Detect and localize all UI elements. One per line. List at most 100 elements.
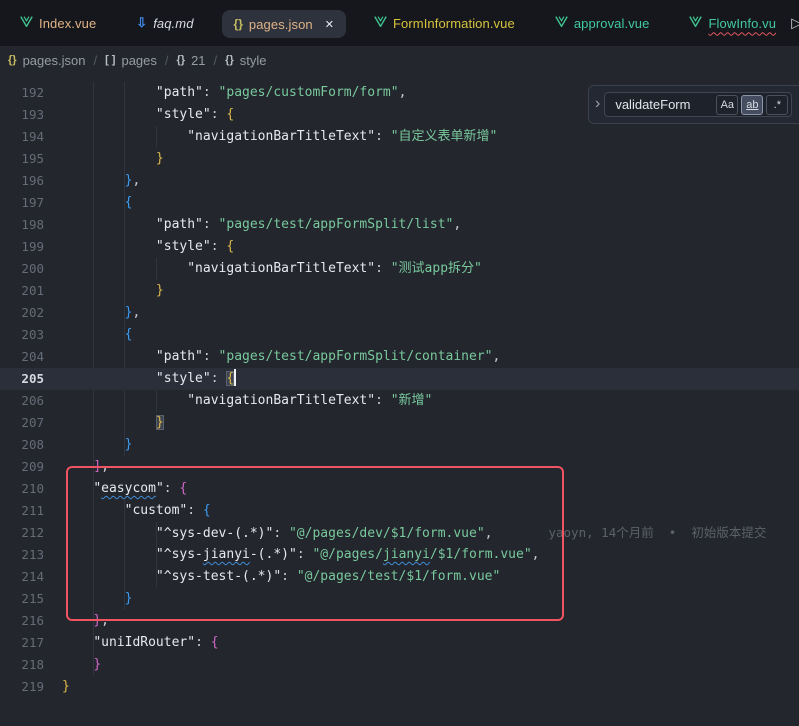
breadcrumb-label: 21 (191, 53, 205, 68)
find-query-text: validateForm (615, 97, 713, 112)
tab-approval-vue[interactable]: approval.vue (543, 0, 662, 46)
array-symbol-icon: [ ] (105, 54, 115, 66)
tab-label: Index.vue (39, 16, 96, 31)
whole-word-button[interactable]: ab (741, 95, 763, 115)
json-braces-icon: {} (234, 17, 243, 31)
code-line-204[interactable]: 204 "path": "pages/test/appFormSplit/con… (0, 346, 799, 368)
match-case-button[interactable]: Aa (716, 95, 738, 115)
breadcrumb-item-pages[interactable]: [ ] pages (105, 53, 157, 68)
code-line-198[interactable]: 198 "path": "pages/test/appFormSplit/lis… (0, 214, 799, 236)
more-tabs-chevron-icon[interactable]: ▷ (791, 15, 799, 32)
code-text: "path": "pages/test/appFormSplit/contain… (44, 346, 500, 368)
code-line-206[interactable]: 206 "navigationBarTitleText": "新增" (0, 390, 799, 412)
code-line-216[interactable]: 216 }, (0, 610, 799, 632)
tab-forminformation-vue[interactable]: FormInformation.vue (362, 0, 527, 46)
tab-pages-json[interactable]: {} pages.json ✕ (222, 10, 346, 38)
code-text: } (44, 412, 164, 434)
breadcrumb-separator: / (214, 53, 218, 68)
code-text: } (44, 280, 164, 302)
code-text: "^sys-dev-(.*)": "@/pages/dev/$1/form.vu… (44, 522, 766, 544)
line-number: 194 (0, 126, 44, 148)
line-number: 211 (0, 500, 44, 522)
breadcrumb-item-pages-json[interactable]: {} pages.json (8, 53, 85, 68)
code-line-194[interactable]: 194 "navigationBarTitleText": "自定义表单新增" (0, 126, 799, 148)
code-line-195[interactable]: 195 } (0, 148, 799, 170)
code-line-215[interactable]: 215 } (0, 588, 799, 610)
line-number: 217 (0, 632, 44, 654)
line-number: 216 (0, 610, 44, 632)
breadcrumb-label: pages (121, 53, 156, 68)
regex-button[interactable]: .* (766, 95, 788, 115)
code-text: "path": "pages/test/appFormSplit/list", (44, 214, 461, 236)
code-text: }, (44, 610, 109, 632)
toggle-replace-chevron-icon[interactable]: › (589, 95, 604, 115)
line-number: 196 (0, 170, 44, 192)
code-text: "navigationBarTitleText": "测试app拆分" (44, 258, 482, 280)
code-line-196[interactable]: 196 }, (0, 170, 799, 192)
close-tab-icon[interactable]: ✕ (325, 18, 334, 31)
code-text: }, (44, 302, 140, 324)
object-braces-icon: {} (225, 54, 234, 66)
object-braces-icon: {} (8, 54, 17, 66)
vscode-window: Index.vue ⇩faq.md {} pages.json ✕ FormInforma… (0, 0, 799, 726)
line-number: 218 (0, 654, 44, 676)
vue-logo-icon (374, 14, 387, 32)
tab-bar: Index.vue ⇩faq.md {} pages.json ✕ FormInforma… (0, 0, 799, 46)
code-line-213[interactable]: 213 "^sys-jianyi-(.*)": "@/pages/jianyi/… (0, 544, 799, 566)
vue-logo-icon (555, 14, 568, 32)
code-text: "^sys-jianyi-(.*)": "@/pages/jianyi/$1/f… (44, 544, 539, 566)
tab-flowinfo-vu[interactable]: FlowInfo.vu (677, 0, 788, 46)
vue-logo-icon (689, 14, 702, 32)
tab-faq-md[interactable]: ⇩faq.md (124, 0, 205, 46)
breadcrumb-label: style (240, 53, 267, 68)
code-line-217[interactable]: 217 "uniIdRouter": { (0, 632, 799, 654)
breadcrumb-label: pages.json (23, 53, 86, 68)
code-editor: 192 "path": "pages/customForm/form",193 … (0, 82, 799, 698)
code-text: "uniIdRouter": { (44, 632, 219, 654)
breadcrumb-item-style[interactable]: {} style (225, 53, 266, 68)
tab-index-vue[interactable]: Index.vue (8, 0, 108, 46)
line-number: 212 (0, 522, 44, 544)
line-number: 205 (0, 368, 44, 390)
line-number: 195 (0, 148, 44, 170)
tab-label: FormInformation.vue (393, 16, 515, 31)
line-number: 213 (0, 544, 44, 566)
code-line-218[interactable]: 218 } (0, 654, 799, 676)
code-line-203[interactable]: 203 { (0, 324, 799, 346)
tab-label: pages.json (249, 17, 313, 32)
code-line-201[interactable]: 201 } (0, 280, 799, 302)
code-text: "path": "pages/customForm/form", (44, 82, 406, 104)
line-number: 203 (0, 324, 44, 346)
code-text: { (44, 324, 132, 346)
line-number: 197 (0, 192, 44, 214)
code-line-207[interactable]: 207 } (0, 412, 799, 434)
code-line-205[interactable]: 205 "style": { (0, 368, 799, 390)
code-line-211[interactable]: 211 "custom": { (0, 500, 799, 522)
code-line-202[interactable]: 202 }, (0, 302, 799, 324)
code-text: { (44, 192, 132, 214)
code-line-199[interactable]: 199 "style": { (0, 236, 799, 258)
code-line-209[interactable]: 209 ], (0, 456, 799, 478)
code-line-212[interactable]: 212 "^sys-dev-(.*)": "@/pages/dev/$1/for… (0, 522, 799, 544)
code-line-208[interactable]: 208 } (0, 434, 799, 456)
line-number: 214 (0, 566, 44, 588)
code-text: } (44, 676, 70, 698)
code-line-200[interactable]: 200 "navigationBarTitleText": "测试app拆分" (0, 258, 799, 280)
line-number: 193 (0, 104, 44, 126)
breadcrumb-item-21[interactable]: {}21 (177, 53, 206, 68)
code-text: }, (44, 170, 140, 192)
find-input[interactable]: validateForm Aa ab .* (604, 92, 792, 117)
code-line-197[interactable]: 197 { (0, 192, 799, 214)
code-text: "style": { (44, 104, 234, 126)
markdown-down-arrow-icon: ⇩ (136, 15, 147, 31)
code-line-214[interactable]: 214 "^sys-test-(.*)": "@/pages/test/$1/f… (0, 566, 799, 588)
code-text: } (44, 434, 132, 456)
code-text: "^sys-test-(.*)": "@/pages/test/$1/form.… (44, 566, 500, 588)
code-line-219[interactable]: 219} (0, 676, 799, 698)
breadcrumb: {}pages.json/[ ]pages/{}21/{}style (0, 46, 799, 74)
line-number: 199 (0, 236, 44, 258)
code-line-210[interactable]: 210 "easycom": { (0, 478, 799, 500)
code-text: "easycom": { (44, 478, 187, 500)
tab-label: FlowInfo.vu (708, 16, 776, 31)
breadcrumb-separator: / (165, 53, 169, 68)
